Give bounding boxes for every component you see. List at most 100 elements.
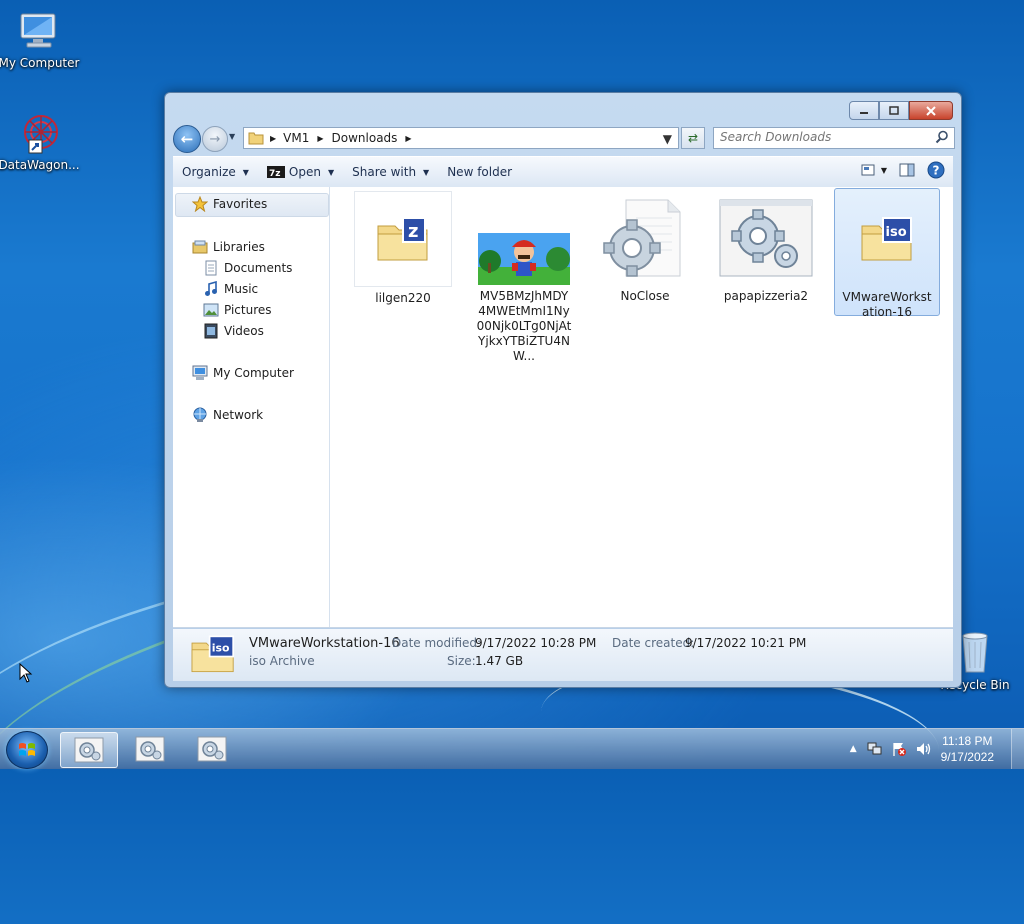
breadcrumb-separator[interactable]: ▶ bbox=[405, 134, 411, 143]
preview-pane-icon[interactable] bbox=[899, 163, 915, 177]
videos-icon bbox=[204, 323, 218, 339]
open-label: Open bbox=[288, 165, 321, 179]
file-item-vmwareworkstation-16[interactable]: iso VMwareWorkstation-16 bbox=[834, 188, 940, 319]
breadcrumb-vm1[interactable]: VM1 bbox=[283, 131, 309, 145]
iso-folder-icon: iso bbox=[861, 217, 912, 261]
refresh-icon: ⇄ bbox=[687, 131, 699, 145]
maximize-button[interactable] bbox=[879, 101, 909, 120]
organize-label: Organize bbox=[182, 165, 236, 179]
navigation-pane[interactable]: Favorites Libraries Documents Music Pict… bbox=[173, 187, 330, 627]
nav-item-favorites[interactable]: Favorites bbox=[192, 196, 267, 212]
breadcrumb-separator[interactable]: ▶ bbox=[317, 134, 323, 143]
search-input[interactable] bbox=[714, 128, 930, 146]
nav-item-my-computer[interactable]: My Computer bbox=[192, 365, 294, 381]
show-hidden-icons-button[interactable]: ▲ bbox=[850, 744, 857, 754]
nav-label: Libraries bbox=[213, 240, 265, 254]
search-box[interactable] bbox=[713, 127, 955, 149]
chevron-down-icon: ▼ bbox=[327, 167, 335, 177]
change-view-icon[interactable] bbox=[861, 164, 875, 176]
minimize-icon bbox=[860, 111, 868, 114]
nav-item-documents[interactable]: Documents bbox=[203, 260, 292, 276]
details-file-name: VMwareWorkstation-16 bbox=[249, 636, 400, 651]
file-list[interactable]: z lilgen220 MV5BMzJhMDY4MWEtMmI1Ny00Njk0… bbox=[331, 187, 953, 627]
star-icon bbox=[192, 196, 208, 212]
desktop-icon-datawagon[interactable]: DataWagon... bbox=[0, 112, 81, 172]
back-button[interactable]: ← bbox=[173, 125, 201, 153]
clock-time: 11:18 PM bbox=[942, 734, 993, 748]
show-desktop-button[interactable] bbox=[1011, 729, 1024, 769]
chevron-down-icon: ▼ bbox=[423, 167, 430, 177]
clock[interactable]: 11:18 PM 9/17/2022 bbox=[941, 733, 994, 765]
svg-text:z: z bbox=[408, 221, 418, 242]
refresh-button[interactable]: ⇄ bbox=[681, 127, 705, 149]
gear-application-icon bbox=[74, 737, 104, 763]
new-folder-button[interactable]: New folder bbox=[439, 159, 522, 185]
file-item-papapizzeria2[interactable]: papapizzeria2 bbox=[714, 191, 818, 304]
recent-pages-dropdown[interactable]: ▼ bbox=[229, 132, 235, 141]
details-size-value: 1.47 GB bbox=[475, 654, 524, 668]
desktop-icon-my-computer[interactable]: My Computer bbox=[0, 10, 81, 70]
open-button[interactable]: 7z Open ▼ bbox=[259, 159, 344, 185]
file-item-mario-image[interactable]: MV5BMzJhMDY4MWEtMmI1Ny00Njk0LTg0NjAtYjkx… bbox=[472, 191, 576, 364]
mario-image-thumbnail bbox=[478, 233, 570, 285]
music-icon bbox=[205, 281, 217, 296]
zip-folder-icon: z bbox=[377, 217, 428, 261]
nav-label: Pictures bbox=[224, 303, 272, 317]
taskbar-app-button[interactable] bbox=[60, 732, 118, 768]
svg-text:iso: iso bbox=[886, 225, 907, 240]
gear-application-icon bbox=[719, 199, 813, 277]
navigation-bar: ← → ▼ ▶ VM1 ▶ Downloads ▶ ▼ ⇄ bbox=[173, 125, 955, 153]
nav-item-videos[interactable]: Videos bbox=[203, 323, 264, 339]
breadcrumb-separator[interactable]: ▶ bbox=[270, 134, 276, 143]
nav-label: Favorites bbox=[213, 197, 268, 211]
nav-item-pictures[interactable]: Pictures bbox=[203, 302, 272, 318]
share-with-button[interactable]: Share with ▼ bbox=[344, 159, 439, 185]
close-button[interactable] bbox=[909, 101, 953, 120]
gear-document-icon bbox=[603, 199, 681, 277]
minimize-button[interactable] bbox=[849, 101, 879, 120]
svg-text:7z: 7z bbox=[269, 169, 281, 178]
organize-button[interactable]: Organize ▼ bbox=[173, 159, 259, 185]
forward-button[interactable]: → bbox=[202, 126, 228, 152]
details-modified-label: Date modified: bbox=[392, 636, 482, 650]
file-name: VMwareWorkstation-16 bbox=[842, 290, 932, 319]
computer-icon bbox=[20, 13, 56, 48]
datawagon-shortcut-icon bbox=[24, 115, 58, 154]
clock-date: 9/17/2022 bbox=[940, 750, 994, 764]
taskbar-app-button[interactable] bbox=[122, 732, 178, 766]
file-name: lilgen220 bbox=[375, 291, 431, 305]
network-icon bbox=[193, 407, 207, 422]
view-options-dropdown[interactable]: ▼ bbox=[881, 166, 887, 175]
details-created-value: 9/17/2022 10:21 PM bbox=[685, 636, 807, 650]
nav-item-libraries[interactable]: Libraries bbox=[192, 239, 265, 255]
explorer-window[interactable]: ← → ▼ ▶ VM1 ▶ Downloads ▶ ▼ ⇄ Organize ▼ bbox=[164, 92, 962, 688]
breadcrumb-downloads[interactable]: Downloads bbox=[332, 131, 398, 145]
volume-icon[interactable] bbox=[915, 741, 931, 757]
nav-item-network[interactable]: Network bbox=[192, 407, 263, 423]
address-bar[interactable]: ▶ VM1 ▶ Downloads ▶ ▼ bbox=[243, 127, 679, 149]
file-item-lilgen220[interactable]: z lilgen220 bbox=[351, 191, 455, 306]
nav-label: Documents bbox=[224, 261, 293, 275]
taskbar: ▲ 11:18 PM 9/17/2022 bbox=[0, 728, 1024, 769]
gear-application-icon bbox=[197, 736, 227, 762]
pictures-icon bbox=[203, 303, 219, 317]
network-status-icon[interactable] bbox=[867, 741, 883, 757]
new-folder-label: New folder bbox=[447, 165, 513, 179]
svg-text:?: ? bbox=[933, 164, 940, 178]
search-icon bbox=[935, 130, 948, 144]
maximize-icon bbox=[889, 105, 899, 115]
details-size-label: Size: bbox=[447, 654, 476, 668]
start-button[interactable] bbox=[6, 731, 48, 769]
details-created-label: Date created: bbox=[612, 636, 695, 650]
help-icon[interactable]: ? bbox=[927, 161, 945, 179]
desktop-icon-label: My Computer bbox=[0, 56, 80, 70]
caption-buttons bbox=[849, 101, 953, 120]
nav-label: Music bbox=[224, 282, 259, 296]
file-item-noclose[interactable]: NoClose bbox=[593, 191, 697, 304]
nav-item-music[interactable]: Music bbox=[203, 281, 258, 297]
action-center-flag-icon[interactable] bbox=[891, 741, 907, 757]
details-file-type: iso Archive bbox=[249, 654, 315, 668]
taskbar-app-button[interactable] bbox=[184, 732, 240, 766]
address-history-dropdown[interactable]: ▼ bbox=[663, 132, 672, 146]
libraries-icon bbox=[192, 240, 208, 254]
